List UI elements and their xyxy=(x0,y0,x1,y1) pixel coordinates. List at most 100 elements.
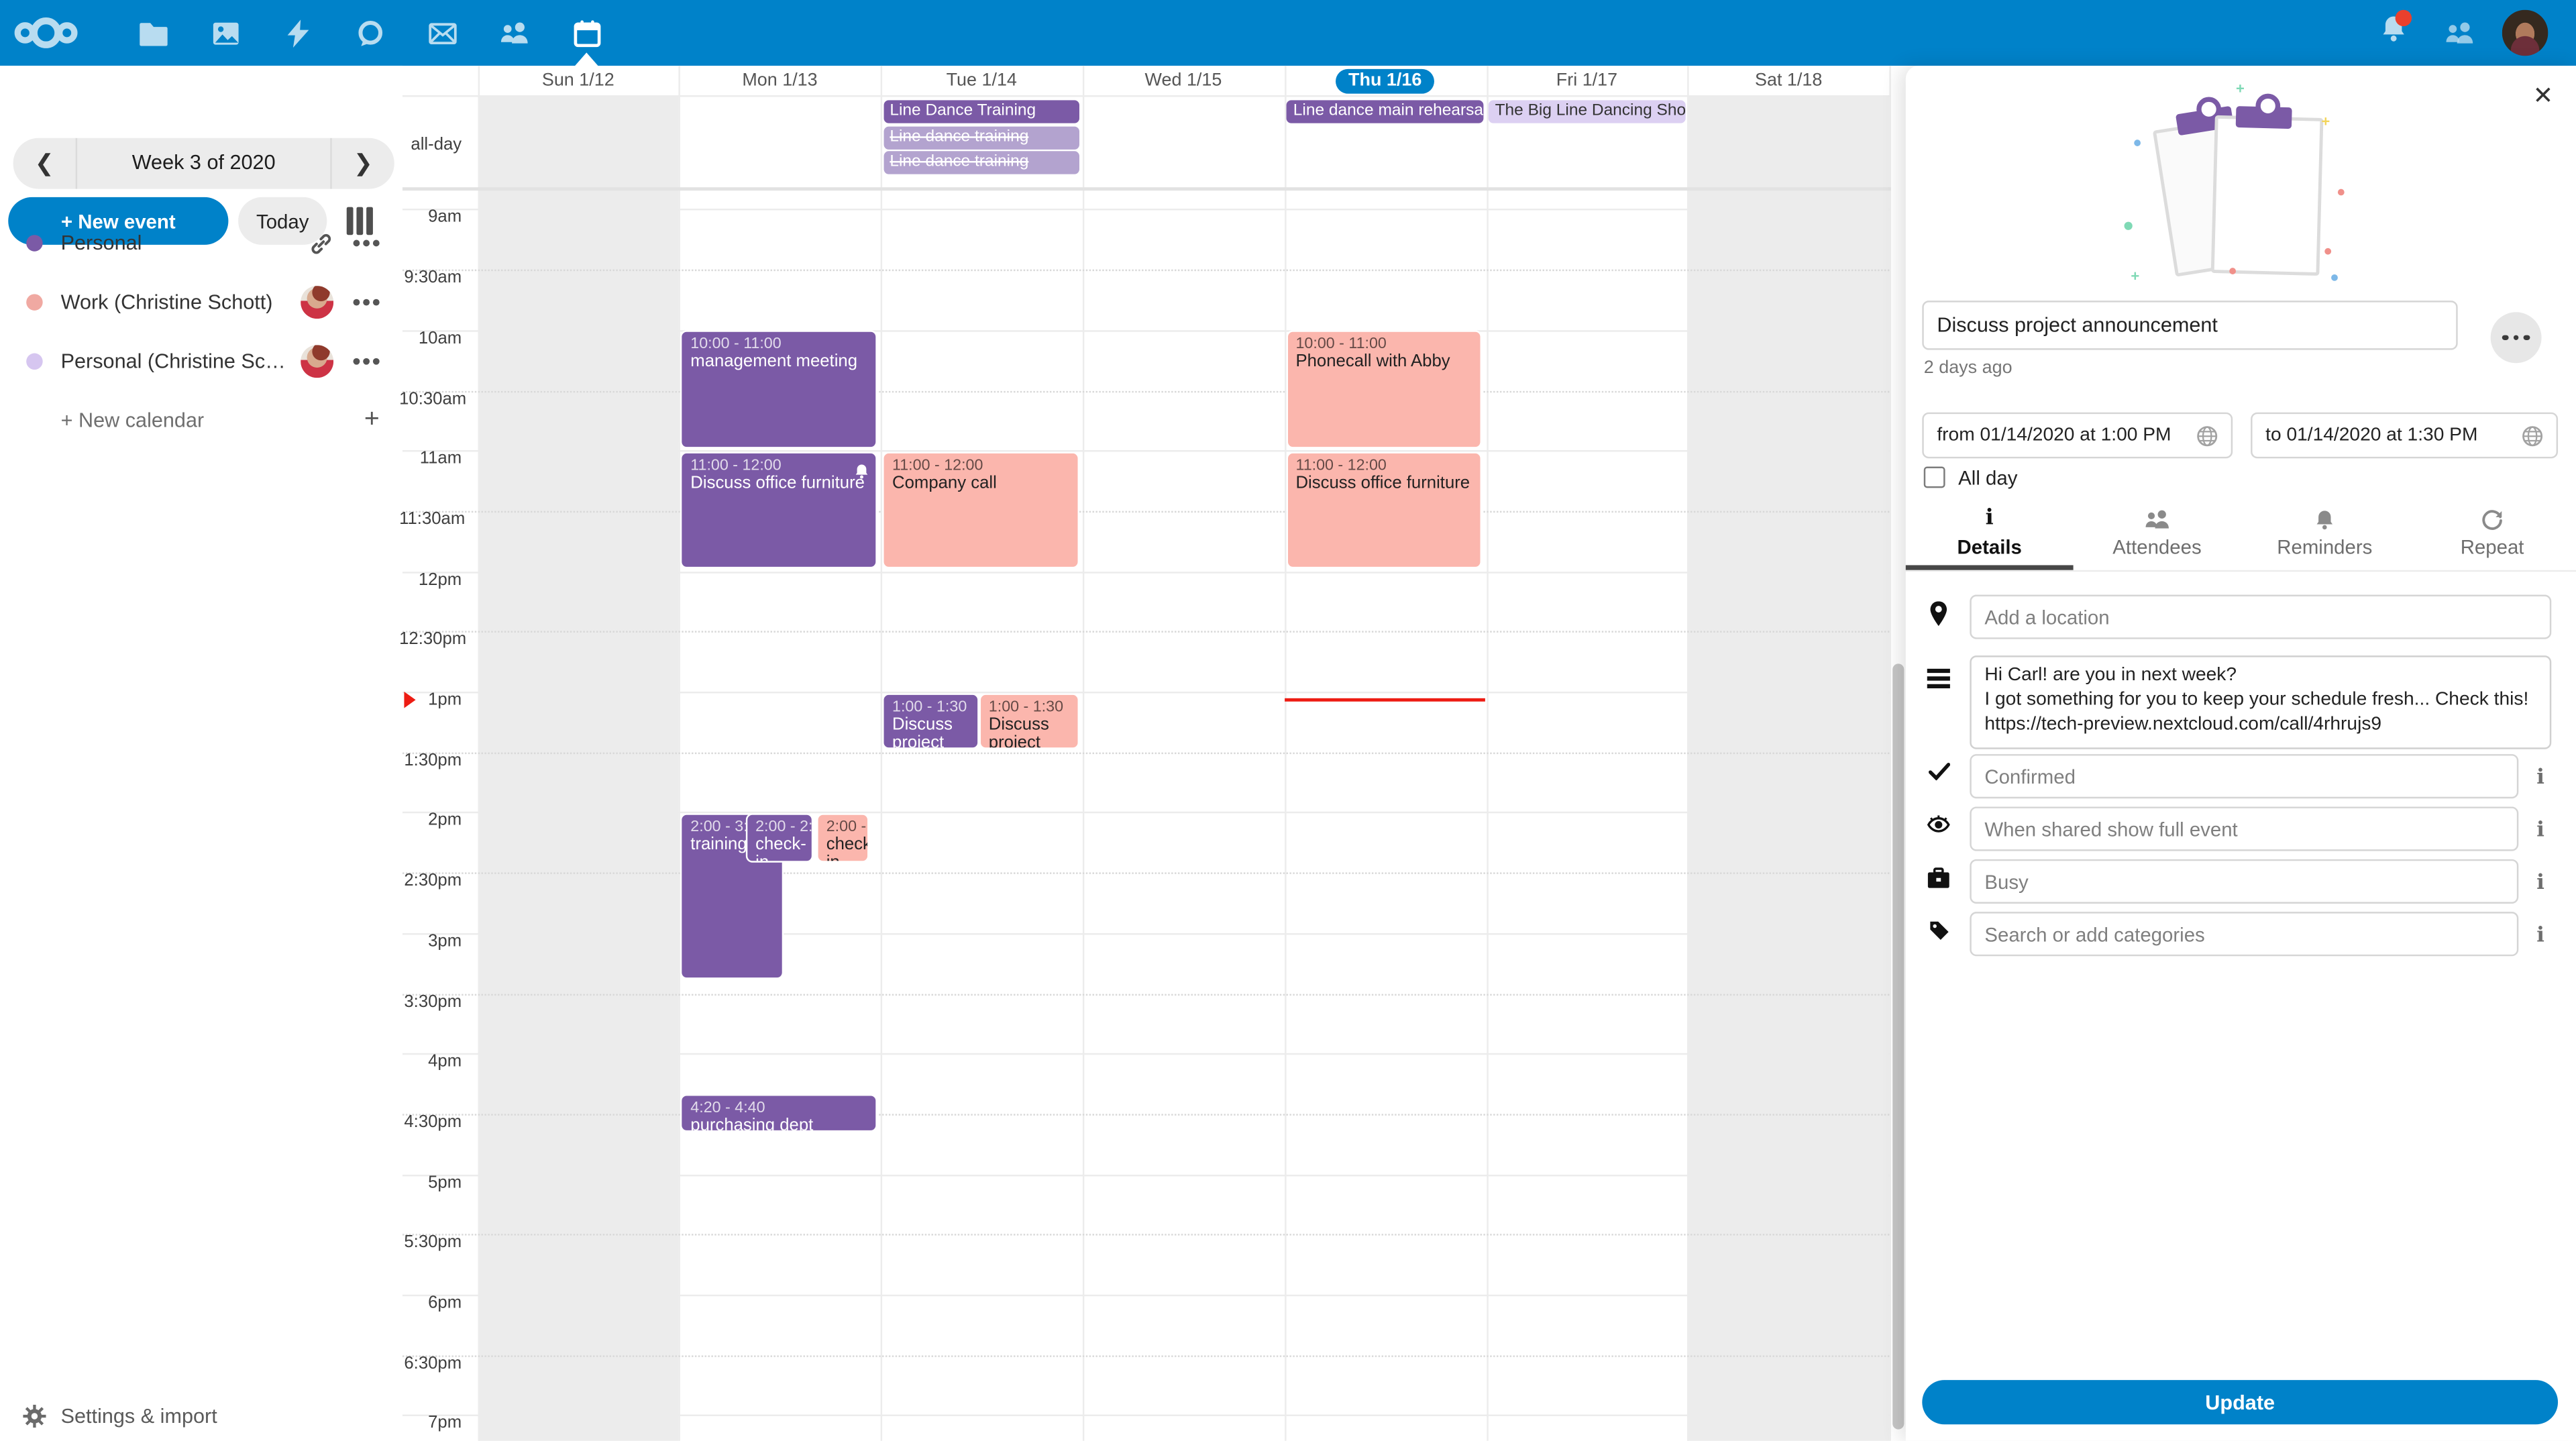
visibility-eye-icon xyxy=(1922,815,1955,835)
event-title: Company call xyxy=(892,474,1069,493)
location-input[interactable]: Add a location xyxy=(1970,595,2551,639)
visibility-value: When shared show full event xyxy=(1984,817,2237,840)
previous-week-button[interactable]: ❮ xyxy=(13,150,76,178)
nextcloud-logo[interactable] xyxy=(13,0,79,66)
calendar-more-menu[interactable] xyxy=(354,299,380,306)
timezone-globe-icon[interactable] xyxy=(2196,425,2218,446)
mail-app-icon[interactable] xyxy=(409,0,475,66)
calendar-item-work-christine[interactable]: Work (Christine Schott) xyxy=(0,273,402,332)
event-time: 1:00 - 1:30 xyxy=(989,698,1069,716)
timezone-globe-icon[interactable] xyxy=(2522,425,2543,446)
calendar-event[interactable]: 10:00 - 11:00Phonecall with Abby xyxy=(1286,331,1483,448)
event-reminder-bell-icon xyxy=(855,458,869,488)
calendar-event[interactable]: 10:00 - 11:00management meeting xyxy=(681,331,877,448)
availability-select[interactable]: Busy xyxy=(1970,859,2518,904)
event-title: check-in xyxy=(826,836,860,862)
event-start-input[interactable]: from 01/14/2020 at 1:00 PM xyxy=(1922,413,2233,459)
tab-reminders[interactable]: Reminders xyxy=(2241,506,2408,565)
event-title-value: Discuss project announcement xyxy=(1937,314,2218,337)
calendar-event[interactable]: 2:00 - 2:30check-in xyxy=(745,813,812,862)
day-header-label: Tue 1/14 xyxy=(947,70,1017,90)
day-header-sun[interactable]: Sun 1/12 xyxy=(477,66,679,95)
time-grid-line xyxy=(402,873,1890,874)
tab-repeat[interactable]: Repeat xyxy=(2408,506,2576,565)
photos-app-icon[interactable] xyxy=(193,0,258,66)
visibility-select[interactable]: When shared show full event xyxy=(1970,806,2518,851)
activity-app-icon[interactable] xyxy=(264,0,330,66)
allday-event[interactable]: Line dance training xyxy=(883,125,1080,148)
time-grid-line xyxy=(402,270,1890,271)
allday-event[interactable]: Line Dance Training xyxy=(883,100,1080,123)
user-avatar[interactable] xyxy=(2502,10,2548,56)
event-more-menu-button[interactable] xyxy=(2491,312,2542,363)
day-header-today[interactable]: Thu 1/16 xyxy=(1284,66,1486,95)
calendar-color-dot xyxy=(26,235,42,251)
calendar-event[interactable]: 1:00 - 1:30Discuss project xyxy=(979,692,1079,749)
location-placeholder: Add a location xyxy=(1984,605,2109,628)
event-end-input[interactable]: to 01/14/2020 at 1:30 PM xyxy=(2251,413,2558,459)
day-header-mon[interactable]: Mon 1/13 xyxy=(679,66,881,95)
description-textarea[interactable]: Hi Carl! are you in next week? I got som… xyxy=(1970,655,2551,749)
grid-scrollbar[interactable] xyxy=(1892,663,1904,1429)
day-header-sat[interactable]: Sat 1/18 xyxy=(1688,66,1890,95)
event-title: Discuss office furniture xyxy=(690,474,867,493)
all-day-label: All day xyxy=(1958,467,2017,490)
close-icon[interactable]: ✕ xyxy=(2525,79,2561,115)
day-header-fri[interactable]: Fri 1/17 xyxy=(1486,66,1688,95)
settings-import-button[interactable]: Settings & import xyxy=(0,1390,402,1441)
new-calendar-button[interactable]: + New calendar + xyxy=(0,391,402,450)
all-day-checkbox[interactable] xyxy=(1924,467,1945,488)
categories-info-icon[interactable]: i xyxy=(2536,922,2544,947)
talk-app-icon[interactable] xyxy=(337,0,402,66)
categories-tag-icon xyxy=(1922,920,1955,941)
visibility-info-icon[interactable]: i xyxy=(2536,816,2544,841)
allday-event[interactable]: The Big Line Dancing Show xyxy=(1489,100,1685,123)
share-link-icon[interactable] xyxy=(309,231,333,256)
description-line: Hi Carl! are you in next week? xyxy=(1984,663,2536,688)
calendar-more-menu[interactable] xyxy=(354,358,380,365)
allday-divider xyxy=(402,187,1891,191)
allday-event[interactable]: Line dance main rehearsal xyxy=(1287,100,1483,123)
calendar-event[interactable]: 11:00 - 12:00Discuss office furniture xyxy=(681,451,877,569)
categories-input[interactable]: Search or add categories xyxy=(1970,912,2518,956)
time-grid-line xyxy=(402,1053,1890,1055)
day-header-tue[interactable]: Tue 1/14 xyxy=(881,66,1083,95)
calendar-event[interactable]: 1:00 - 1:30Discuss project announcement xyxy=(882,692,979,749)
calendar-event[interactable]: 11:00 - 12:00Company call xyxy=(882,451,1079,569)
time-grid-line xyxy=(402,752,1890,753)
app-window: ❮ Week 3 of 2020 ❯ + New event Today Per… xyxy=(0,0,2576,1441)
status-info-icon[interactable]: i xyxy=(2536,764,2544,789)
event-time: 2:00 - 2:30 xyxy=(755,818,802,836)
tab-details[interactable]: i Details xyxy=(1906,506,2074,565)
allday-event[interactable]: Line dance training xyxy=(883,151,1080,174)
time-label: 10am xyxy=(399,328,462,348)
calendar-event[interactable]: 2:00 - 2:30check-in xyxy=(816,813,869,862)
status-check-icon xyxy=(1922,762,1955,780)
time-grid-line xyxy=(402,1295,1890,1296)
time-grid-line xyxy=(402,209,1890,211)
status-select[interactable]: Confirmed xyxy=(1970,754,2518,798)
calendar-item-personal-christine[interactable]: Personal (Christine Schott) xyxy=(0,332,402,391)
event-title-input[interactable]: Discuss project announcement xyxy=(1922,301,2457,350)
time-grid-line xyxy=(402,571,1890,572)
nextcloud-logo-icon xyxy=(13,15,79,51)
next-week-button[interactable]: ❯ xyxy=(332,150,394,178)
tab-attendees[interactable]: Attendees xyxy=(2074,506,2241,565)
calendar-event[interactable]: 4:20 - 4:40purchasing dept xyxy=(681,1094,877,1131)
day-header-label: Sat 1/18 xyxy=(1755,70,1822,90)
day-header-label: Fri 1/17 xyxy=(1556,70,1617,90)
contacts-app-icon[interactable] xyxy=(482,0,547,66)
calendar-item-personal[interactable]: Personal xyxy=(0,213,402,272)
day-header-wed[interactable]: Wed 1/15 xyxy=(1083,66,1285,95)
availability-info-icon[interactable]: i xyxy=(2536,869,2544,894)
calendar-event[interactable]: 11:00 - 12:00Discuss office furniture xyxy=(1286,451,1483,569)
notifications-bell-icon[interactable] xyxy=(2361,0,2426,66)
calendar-name: Work (Christine Schott) xyxy=(61,290,273,313)
event-time: 11:00 - 12:00 xyxy=(892,456,1069,474)
files-app-icon[interactable] xyxy=(120,0,186,66)
current-time-line xyxy=(1285,698,1485,701)
update-button[interactable]: Update xyxy=(1922,1380,2558,1424)
contacts-menu-icon[interactable] xyxy=(2426,0,2492,66)
event-time: 1:00 - 1:30 xyxy=(892,698,969,716)
calendar-more-menu[interactable] xyxy=(354,240,380,247)
